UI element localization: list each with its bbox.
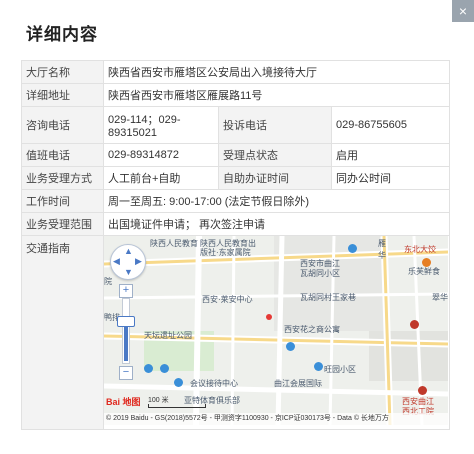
- location-marker-icon[interactable]: [266, 314, 272, 320]
- mode-value: 人工前台+自助: [103, 166, 219, 190]
- pan-right-icon[interactable]: ▶: [135, 257, 142, 266]
- baidu-logo: Bai 地图: [106, 397, 141, 407]
- map-copyright: © 2019 Baidu - GS(2018)5572号 - 甲测资字11009…: [104, 413, 448, 425]
- address-label: 详细地址: [21, 83, 104, 107]
- map-label: 东北大饺: [404, 245, 436, 254]
- map-cell: 陕西人民教育 陕西人民教育出 版社·东家属院 西安·莱安中心 西安市曲江 瓦胡同…: [102, 235, 451, 430]
- map-label: 华: [378, 251, 386, 260]
- baidu-map[interactable]: 陕西人民教育 陕西人民教育出 版社·东家属院 西安·莱安中心 西安市曲江 瓦胡同…: [104, 236, 448, 425]
- self-service-label: 自助办证时间: [218, 166, 332, 190]
- scope-value: 出国境证件申请； 再次签注申请: [102, 212, 451, 236]
- phone-label: 咨询电话: [21, 106, 104, 144]
- poi-marker-icon: [314, 362, 323, 371]
- map-label: 瓦胡同村王家巷: [300, 293, 356, 302]
- poi-marker-icon: [144, 364, 153, 373]
- metro-icon: [410, 320, 419, 329]
- map-label: 旺园小区: [324, 365, 356, 374]
- detail-table: 大厅名称 陕西省西安市雁塔区公安局出入境接待大厅 详细地址 陕西省西安市雁塔区雁…: [21, 60, 451, 430]
- bus-stop-icon: [286, 342, 295, 351]
- phone-value: 029-114；029-89315021: [103, 106, 219, 144]
- pan-up-icon[interactable]: ▲: [124, 247, 133, 256]
- map-label: 院: [104, 277, 112, 286]
- map-label: 瓦胡同小区: [300, 269, 340, 278]
- poi-marker-icon: [348, 244, 357, 253]
- zoom-handle[interactable]: [117, 316, 135, 327]
- close-button[interactable]: ×: [452, 0, 474, 22]
- address-value: 陕西省西安市雁塔区雁展路11号: [102, 83, 451, 107]
- map-label: 西安花之商公寓: [284, 325, 340, 334]
- status-label: 受理点状态: [218, 143, 332, 167]
- poi-marker-icon: [160, 364, 169, 373]
- zoom-slider[interactable]: [122, 298, 130, 364]
- complaint-phone-value: 029-86755605: [330, 106, 451, 144]
- hours-value: 周一至周五: 9:00-17:00 (法定节假日除外): [102, 189, 451, 213]
- hours-label: 工作时间: [21, 189, 104, 213]
- zoom-in-button[interactable]: +: [119, 284, 133, 298]
- map-label: 会议接待中心: [190, 379, 238, 388]
- zoom-out-button[interactable]: −: [119, 366, 133, 380]
- pan-control[interactable]: ▲ ▼ ◀ ▶: [110, 244, 146, 280]
- map-label: 曲江会展国际: [274, 379, 322, 388]
- pan-down-icon[interactable]: ▼: [124, 268, 133, 277]
- map-label: 版社·东家属院: [200, 248, 251, 257]
- traffic-label: 交通指南: [21, 235, 104, 430]
- map-label: 西安·莱安中心: [202, 295, 253, 304]
- status-value: 启用: [330, 143, 451, 167]
- self-service-value: 同办公时间: [330, 166, 451, 190]
- duty-phone-value: 029-89314872: [103, 143, 219, 167]
- poi-marker-icon: [422, 258, 431, 267]
- mode-label: 业务受理方式: [21, 166, 104, 190]
- scope-label: 业务受理范围: [21, 212, 104, 236]
- detail-dialog: 详细内容 × 大厅名称 陕西省西安市雁塔区公安局出入境接待大厅 详细地址 陕西省…: [0, 0, 474, 454]
- map-label: 天坛遗址公园: [144, 331, 192, 340]
- map-label: 翠华: [432, 293, 448, 302]
- dialog-title: 详细内容: [26, 25, 98, 44]
- duty-phone-label: 值班电话: [21, 143, 104, 167]
- map-label: 雁: [378, 239, 386, 248]
- complaint-phone-label: 投诉电话: [218, 106, 332, 144]
- hall-name-value: 陕西省西安市雁塔区公安局出入境接待大厅: [102, 60, 451, 84]
- poi-marker-icon: [174, 378, 183, 387]
- metro-icon: [418, 386, 427, 395]
- scale-bar: [148, 404, 206, 408]
- map-label: 陕西人民教育: [150, 239, 198, 248]
- map-label: 乐芙鲜食: [408, 267, 440, 276]
- pan-left-icon[interactable]: ◀: [113, 257, 120, 266]
- hall-name-label: 大厅名称: [21, 60, 104, 84]
